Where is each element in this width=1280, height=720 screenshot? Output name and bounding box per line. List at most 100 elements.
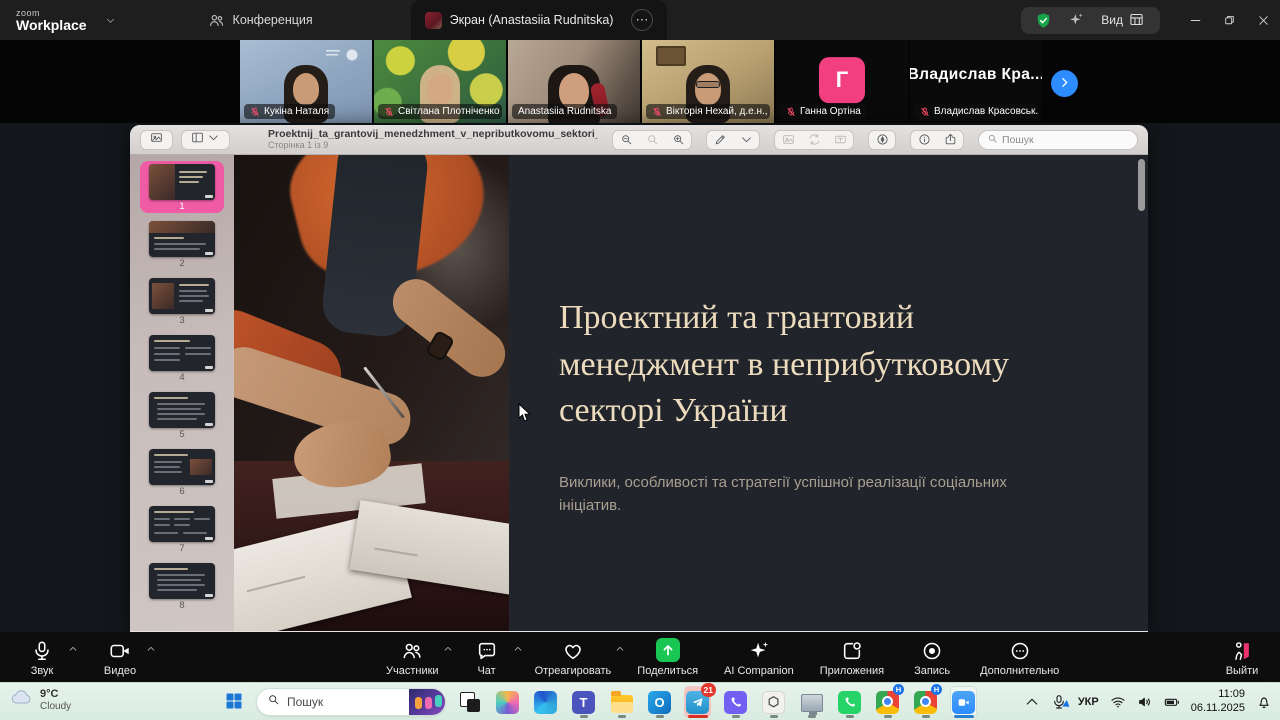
zoom-in-button[interactable] — [665, 131, 691, 149]
sidebar-toggle-button[interactable] — [181, 129, 230, 150]
zoom-reset-button[interactable] — [639, 131, 665, 149]
more-button[interactable]: Дополнительно — [980, 638, 1059, 677]
pdf-thumbnail-page-1[interactable]: 1 — [140, 161, 224, 213]
participant-tile-6[interactable]: Владислав Кра... Владислав Красовськ... — [910, 40, 1042, 123]
react-chevron-icon[interactable] — [615, 642, 625, 657]
audio-button[interactable]: Звук — [20, 638, 77, 677]
language-indicator[interactable]: УКР — [1078, 696, 1099, 708]
ai-button[interactable]: AI Companion — [724, 638, 794, 677]
select-tool-icon[interactable] — [775, 131, 801, 149]
taskbar-icon-zoom[interactable] — [950, 686, 977, 718]
chat-chevron-icon[interactable] — [513, 642, 523, 657]
zoom-out-button[interactable] — [613, 131, 639, 149]
battery-icon[interactable] — [1164, 694, 1180, 710]
running-indicator — [883, 715, 892, 718]
markup-pencil-button[interactable] — [707, 131, 733, 149]
gallery-view-button[interactable] — [140, 129, 173, 150]
ai-sparkle-icon[interactable] — [1068, 12, 1085, 29]
workspace-chevron-down-icon[interactable] — [105, 15, 116, 26]
security-shield-icon[interactable] — [1035, 12, 1052, 29]
pdf-scrollbar[interactable] — [1138, 159, 1145, 599]
notifications-icon[interactable] — [1256, 694, 1272, 710]
maximize-button[interactable] — [1212, 0, 1246, 40]
taskbar-icon-whatsapp[interactable] — [836, 686, 863, 718]
participant-tile-3[interactable]: Anastasiia Rudnitska — [508, 40, 640, 123]
pdf-page-view: Проектний та грантовий менеджмент в непр… — [234, 155, 1148, 631]
pdf-thumbnail-page-6[interactable]: 6 — [140, 446, 224, 498]
participant-name-label: Anastasiia Rudnitska — [512, 104, 618, 119]
taskbar-search-placeholder: Пошук — [287, 695, 324, 709]
share-export-button[interactable] — [937, 131, 963, 149]
tab-more-icon[interactable]: ⋯ — [631, 9, 654, 31]
taskbar-icon-explorer[interactable] — [608, 686, 635, 718]
pdf-thumbnail-page-7[interactable]: 7 — [140, 503, 224, 555]
info-share-group — [910, 129, 964, 150]
tab-screen-share[interactable]: Экран (Anastasiia Rudnitska) ⋯ — [410, 0, 668, 40]
taskbar-icon-outlook[interactable]: O — [646, 686, 673, 718]
react-button[interactable]: Отреагировать — [535, 638, 624, 677]
pdf-thumbnail-page-4[interactable]: 4 — [140, 332, 224, 384]
running-indicator — [845, 715, 854, 718]
textbox-tool-icon[interactable] — [827, 131, 853, 149]
pen-circle-group — [868, 129, 896, 150]
share-button[interactable]: Поделиться — [637, 637, 698, 677]
zoom-meeting-window: zoom Workplace Конференция Экран (Anasta… — [0, 0, 1280, 720]
microphone-in-use-icon[interactable] — [1051, 694, 1067, 710]
video-chevron-icon[interactable] — [146, 642, 156, 657]
taskbar-icon-copilot[interactable] — [494, 686, 521, 718]
more-label: Дополнительно — [980, 664, 1060, 677]
pdf-search-field[interactable]: Пошук — [978, 129, 1138, 150]
taskbar-icon-task-view[interactable] — [456, 686, 483, 718]
pdf-scrollbar-thumb[interactable] — [1138, 159, 1145, 211]
audio-chevron-icon[interactable] — [68, 642, 78, 657]
pdf-thumbnail-page-8[interactable]: 8 — [140, 560, 224, 612]
pdf-thumbnail-page-2[interactable]: 2 — [140, 218, 224, 270]
markup-chevron-button[interactable] — [733, 131, 759, 149]
markup-toolbar-toggle-icon[interactable] — [869, 131, 895, 149]
taskbar-search[interactable]: Пошук — [256, 688, 446, 716]
participant-name-label: Світлана Плотніченко — [378, 104, 502, 119]
taskbar-clock[interactable]: 11:09 06.11.2025 — [1191, 688, 1245, 716]
video-button[interactable]: Видео — [98, 638, 155, 677]
running-indicator — [807, 715, 816, 718]
tab-conference[interactable]: Конференция — [194, 0, 327, 40]
close-button[interactable] — [1246, 0, 1280, 40]
participant-tile-2[interactable]: Світлана Плотніченко — [374, 40, 506, 123]
taskbar-icon-telegram[interactable]: 21 — [684, 683, 716, 718]
participants-button[interactable]: Участники — [386, 638, 451, 677]
rotate-tool-icon[interactable] — [801, 131, 827, 149]
info-button[interactable] — [911, 131, 937, 149]
toolbar-center-group: Участники Чат Отреагировать Поделиться AI Co… — [386, 637, 1059, 677]
taskbar-weather-widget[interactable]: 9°C Cloudy — [10, 686, 71, 715]
view-control[interactable]: Вид — [1101, 12, 1146, 29]
apps-button[interactable]: Приложения — [820, 638, 884, 677]
taskbar-icon-chatgpt[interactable]: ⬡ — [760, 686, 787, 718]
taskbar-icon-edge[interactable] — [532, 686, 559, 718]
taskbar-icon-chrome-profile-2[interactable]: H — [912, 684, 942, 718]
record-button[interactable]: Запись — [910, 638, 954, 677]
leave-button[interactable]: Выйти — [1220, 638, 1264, 677]
participant-tile-4[interactable]: Вікторія Нехай, д.е.н., про... — [642, 40, 774, 123]
participants-chevron-icon[interactable] — [443, 642, 453, 657]
pdf-thumbnail-page-5[interactable]: 5 — [140, 389, 224, 441]
video-icon — [109, 638, 131, 664]
taskbar-icon-pc-app[interactable] — [798, 686, 825, 718]
taskbar-icon-viber[interactable] — [722, 686, 749, 718]
edit-tools-group — [774, 129, 854, 150]
volume-icon[interactable] — [1137, 694, 1153, 710]
taskbar-icon-chrome-profile-1[interactable]: H — [874, 684, 904, 718]
wifi-icon[interactable] — [1110, 694, 1126, 710]
minimize-button[interactable] — [1178, 0, 1212, 40]
leave-door-icon — [1231, 638, 1253, 664]
taskbar-icon-teams[interactable]: T — [570, 686, 597, 718]
participant-tile-1[interactable]: Кукіна Наталя — [240, 40, 372, 123]
profile-badge: H — [893, 684, 904, 695]
next-participants-button[interactable] — [1051, 70, 1078, 97]
participant-tile-5[interactable]: Г Ганна Ортіна — [776, 40, 908, 123]
ai-icon — [748, 638, 770, 664]
hidden-icons-chevron[interactable] — [1024, 694, 1040, 710]
start-button[interactable] — [222, 690, 246, 714]
chat-button[interactable]: Чат — [465, 638, 521, 677]
running-indicator — [921, 715, 930, 718]
pdf-thumbnail-page-3[interactable]: 3 — [140, 275, 224, 327]
